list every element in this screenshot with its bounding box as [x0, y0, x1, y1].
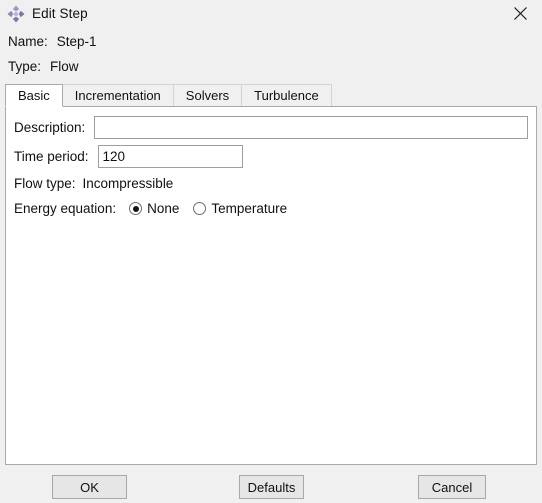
ok-button[interactable]: OK	[52, 475, 127, 499]
tab-turbulence-label: Turbulence	[254, 88, 319, 103]
step-type-row: Type: Flow	[8, 59, 79, 74]
description-row: Description:	[14, 116, 528, 139]
cancel-button[interactable]: Cancel	[418, 475, 486, 499]
flow-type-row: Flow type: Incompressible	[14, 176, 173, 191]
flow-type-label: Flow type:	[14, 176, 76, 191]
step-name-row: Name: Step-1	[8, 34, 97, 49]
tab-incrementation-label: Incrementation	[74, 88, 161, 103]
time-period-input[interactable]	[97, 145, 243, 168]
tab-strip: Basic Incrementation Solvers Turbulence	[5, 84, 537, 107]
step-name-value: Step-1	[56, 34, 97, 49]
description-label: Description:	[14, 120, 86, 135]
time-period-label: Time period:	[14, 149, 89, 164]
dialog-footer: OK Defaults Cancel	[0, 466, 542, 503]
energy-equation-row: Energy equation: None Temperature	[14, 201, 287, 216]
step-name-label: Name:	[8, 34, 48, 49]
energy-equation-option-none[interactable]: None	[129, 201, 179, 216]
window-title: Edit Step	[32, 5, 88, 21]
energy-equation-label: Energy equation:	[14, 201, 117, 216]
close-icon	[513, 7, 527, 20]
tab-turbulence[interactable]: Turbulence	[241, 84, 332, 107]
step-type-value: Flow	[50, 59, 79, 74]
radio-unselected-icon	[193, 202, 207, 215]
title-bar: Edit Step	[0, 0, 542, 27]
energy-equation-option-temperature-label: Temperature	[211, 201, 288, 216]
energy-equation-option-temperature[interactable]: Temperature	[193, 201, 287, 216]
radio-selected-icon	[129, 202, 143, 215]
step-diamond-icon	[7, 5, 25, 22]
tab-incrementation[interactable]: Incrementation	[61, 84, 174, 107]
edit-step-dialog: Edit Step Name: Step-1 Type: Flow Basic In…	[0, 0, 542, 503]
tab-solvers-label: Solvers	[185, 88, 230, 103]
close-button[interactable]	[498, 0, 542, 27]
time-period-row: Time period:	[14, 145, 243, 168]
tab-basic[interactable]: Basic	[5, 84, 63, 107]
basic-tab-panel: Description: Time period: Flow type: Inc…	[5, 106, 537, 465]
tab-solvers[interactable]: Solvers	[172, 84, 243, 107]
tab-basic-label: Basic	[18, 88, 50, 103]
step-type-label: Type:	[8, 59, 42, 74]
flow-type-value: Incompressible	[82, 176, 174, 191]
description-input[interactable]	[94, 116, 528, 139]
energy-equation-option-none-label: None	[147, 201, 180, 216]
energy-equation-radio-group: None Temperature	[129, 201, 287, 216]
defaults-button[interactable]: Defaults	[239, 475, 304, 499]
